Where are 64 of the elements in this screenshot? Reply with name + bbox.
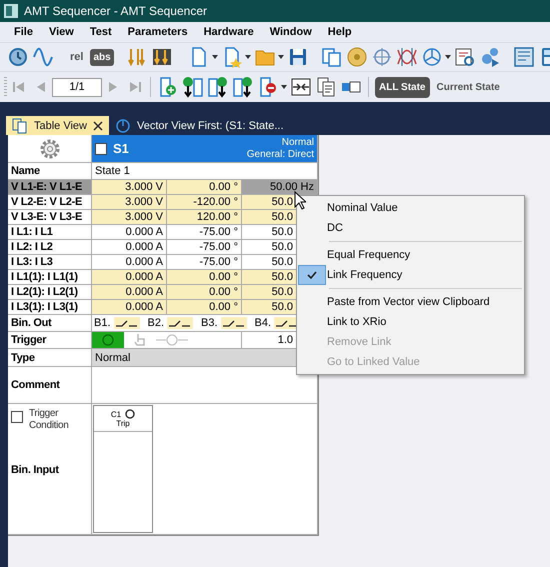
row-label: I L1: I L1: [8, 225, 92, 240]
menu-item[interactable]: File: [6, 26, 41, 38]
row-label: I L2(1): I L2(1): [8, 285, 92, 300]
output-label: B4.: [254, 317, 272, 329]
input-channel-card[interactable]: C1 Trip: [93, 405, 153, 533]
row-label: Name: [8, 163, 92, 180]
row-label: V L3-E: V L3-E: [8, 210, 92, 225]
document-tab[interactable]: Table View: [6, 116, 109, 135]
row-label: Comment: [8, 367, 92, 404]
state-id: S1: [113, 141, 130, 156]
table-cell[interactable]: 50.00 Hz: [242, 180, 318, 195]
row-label: Trigger: [8, 332, 92, 349]
row-label: I L2: I L2: [8, 240, 92, 255]
table-cell[interactable]: 0.000 A: [92, 255, 167, 270]
row-label: Bin. Input: [11, 464, 59, 476]
menu-item[interactable]: Test: [82, 26, 120, 38]
table-cell[interactable]: 0.00 °: [167, 300, 242, 315]
tab-label: Table View: [34, 120, 87, 132]
table-cell[interactable]: 0.00 °: [167, 180, 242, 195]
tab-label: Vector View First: (S1: State...: [137, 120, 284, 132]
row-label: Bin. Out: [8, 315, 92, 332]
name-cell[interactable]: State 1: [92, 163, 318, 180]
table-cell[interactable]: -120.00 °: [167, 195, 242, 210]
window-title: AMT Sequencer - AMT Sequencer: [24, 4, 207, 18]
row-label: I L3: I L3: [8, 255, 92, 270]
row-label: I L1(1): I L1(1): [8, 270, 92, 285]
state-mode-detail: General: Direct: [246, 148, 314, 160]
menu-item[interactable]: Parameters: [120, 26, 196, 38]
row-label: V L2-E: V L2-E: [8, 195, 92, 210]
output-label: B1.: [94, 317, 111, 329]
checkbox-label: Trigger Condition: [29, 408, 70, 432]
table-cell[interactable]: 3.000 V: [92, 195, 167, 210]
table-cell[interactable]: 0.000 A: [92, 225, 167, 240]
table-cell[interactable]: 0.000 A: [92, 300, 167, 315]
channel-name: Trip: [94, 419, 152, 432]
output-label: B2.: [148, 317, 164, 329]
table-cell[interactable]: 0.000 A: [92, 285, 167, 300]
state-toggle-button[interactable]: Current State: [432, 76, 504, 98]
menu-item[interactable]: Window: [262, 26, 320, 38]
table-cell[interactable]: 120.00 °: [167, 210, 242, 225]
context-menu-item[interactable]: Link to XRio: [297, 312, 524, 332]
relative-button[interactable]: rel: [66, 51, 88, 63]
document-tab[interactable]: Vector View First: (S1: State...: [109, 116, 290, 135]
state-mode: Normal: [282, 136, 314, 148]
table-cell[interactable]: 0.000 A: [92, 270, 167, 285]
menu-item[interactable]: View: [40, 26, 82, 38]
row-label: Type: [8, 349, 92, 367]
output-label: B3.: [201, 317, 218, 329]
menu-item[interactable]: Help: [320, 26, 360, 38]
table-cell[interactable]: 0.00 °: [167, 270, 242, 285]
table-cell[interactable]: -75.00 °: [167, 255, 242, 270]
table-cell[interactable]: -75.00 °: [167, 240, 242, 255]
table-cell[interactable]: 0.000 A: [92, 240, 167, 255]
row-label: V L1-E: V L1-E: [8, 180, 92, 195]
channel-id: C1: [110, 410, 122, 418]
row-label: I L3(1): I L3(1): [8, 300, 92, 315]
menu-item[interactable]: Hardware: [196, 26, 262, 38]
table-cell[interactable]: 3.000 V: [92, 210, 167, 225]
table-cell[interactable]: -75.00 °: [167, 225, 242, 240]
table-cell[interactable]: 0.00 °: [167, 285, 242, 300]
absolute-button[interactable]: abs: [90, 48, 114, 66]
state-toggle-button[interactable]: ALL State: [375, 76, 430, 98]
page-field[interactable]: 1/1: [52, 78, 102, 96]
table-cell[interactable]: 3.000 V: [92, 180, 167, 195]
